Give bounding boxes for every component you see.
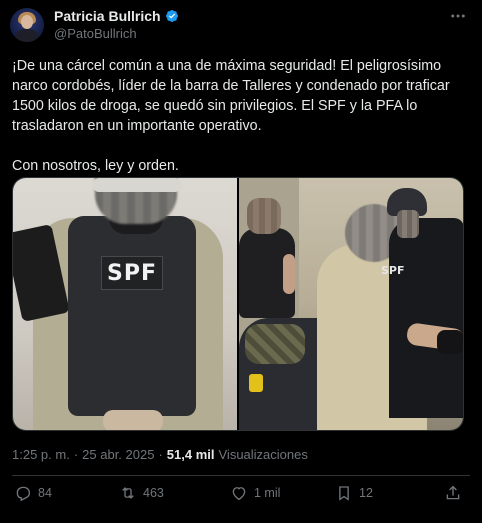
author-display-name[interactable]: Patricia Bullrich	[54, 8, 161, 24]
avatar-body	[15, 29, 39, 42]
tweet-paragraph-2: Con nosotros, ley y orden.	[12, 158, 179, 174]
bookmark-count: 12	[359, 486, 373, 500]
reply-count: 84	[38, 486, 52, 500]
like-count: 1 mil	[254, 486, 281, 500]
tweet-card: Patricia Bullrich @PatoBullrich ¡De una …	[0, 0, 482, 523]
tweet-time[interactable]: 1:25 p. m.	[12, 447, 70, 462]
reply-icon	[16, 486, 31, 502]
tweet-meta: 1:25 p. m. · 25 abr. 2025 · 51,4 mil Vis…	[12, 447, 308, 462]
spf-patch: SPF	[101, 256, 163, 290]
author-handle[interactable]: @PatoBullrich	[54, 26, 137, 41]
views-count: 51,4 mil	[166, 447, 215, 462]
tweet-paragraph-1: ¡De una cárcel común a una de máxima seg…	[12, 58, 450, 134]
retweet-button[interactable]: 463	[119, 484, 164, 502]
bookmark-icon	[339, 486, 349, 501]
more-dots-icon	[451, 14, 465, 18]
more-horizontal-icon[interactable]	[446, 6, 470, 26]
avatar-face	[21, 15, 33, 29]
views-label: Visualizaciones	[218, 447, 308, 462]
tweet-date[interactable]: 25 abr. 2025	[82, 447, 154, 462]
like-button[interactable]: 1 mil	[230, 484, 280, 502]
avatar[interactable]	[10, 8, 44, 42]
media-grid: SPF SPF	[12, 177, 464, 431]
meta-separator: ·	[158, 447, 163, 462]
camo-shape	[245, 324, 305, 364]
arm-shape	[283, 254, 295, 294]
author-name-row: Patricia Bullrich	[54, 8, 179, 24]
heart-icon	[232, 487, 246, 501]
guard-shape	[389, 218, 463, 418]
helmet-shape	[93, 178, 181, 192]
glove-shape	[437, 330, 463, 354]
share-icon	[446, 485, 460, 500]
share-button[interactable]	[444, 484, 462, 502]
blurred-face	[397, 210, 419, 238]
spf-patch: SPF	[381, 264, 405, 277]
retweet-count: 463	[143, 486, 164, 500]
blurred-face	[247, 198, 281, 234]
vest-shape	[68, 216, 196, 416]
meta-separator: ·	[73, 447, 79, 462]
divider	[12, 475, 470, 476]
yellow-tag-shape	[249, 374, 263, 392]
tweet-text: ¡De una cárcel común a una de máxima seg…	[12, 56, 474, 176]
action-bar: 84 463 1 mil 12	[12, 484, 470, 506]
verified-badge-icon	[165, 10, 178, 22]
bookmark-button[interactable]: 12	[335, 484, 373, 502]
photo-right[interactable]: SPF	[239, 178, 463, 430]
photo-left[interactable]: SPF	[13, 178, 237, 430]
hands-shape	[103, 410, 163, 430]
retweet-icon	[122, 487, 134, 499]
reply-button[interactable]: 84	[14, 484, 52, 502]
